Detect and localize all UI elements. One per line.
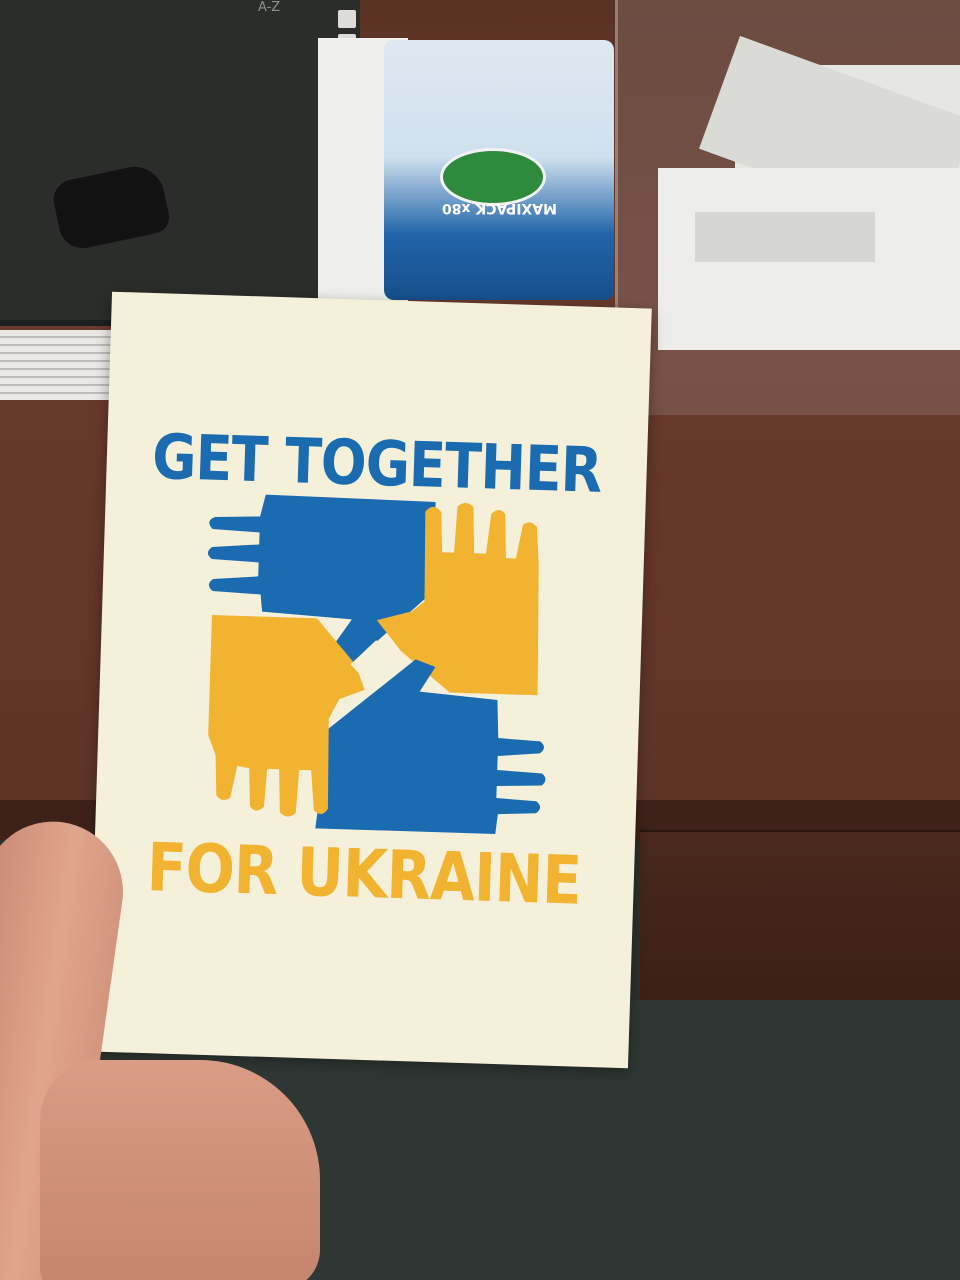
binder-tab (338, 10, 356, 28)
card-title-bottom: FOR UKRAINE (145, 828, 583, 920)
four-hands-linked-icon (207, 494, 546, 835)
wipes-pack-text: MAXIPACK x80 (441, 200, 558, 216)
binder-label: A-Z (258, 0, 281, 15)
wipes-logo-icon (440, 148, 546, 206)
greeting-card: GET TOGETHER FOR UKRAINE (88, 291, 652, 1069)
desk-drawer (640, 830, 960, 1012)
hand-fingers (40, 1060, 320, 1280)
envelope-address-label (695, 212, 875, 262)
binder: A-Z (0, 0, 360, 326)
photo-scene: A-Z MAXIPACK x80 GET TOGETHER FOR UKRAIN… (0, 0, 960, 1280)
